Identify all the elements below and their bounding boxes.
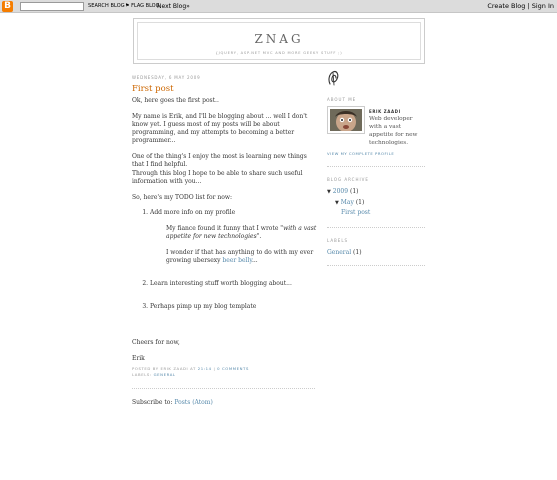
sidebar: About Me Erik Zaadi Web developer with a… (327, 70, 425, 276)
profile-description: Web developer with a vast appetite for n… (369, 116, 418, 146)
post-text: One of the thing's I enjoy the most is l… (132, 153, 307, 169)
sidebar-divider (327, 166, 425, 167)
collapse-toggle-icon[interactable]: ▼ (327, 189, 331, 195)
about-me-heading: About Me (327, 97, 357, 102)
blogger-navbar: B SEARCH BLOG ⚑ FLAG BLOG Next Blog» Cre… (0, 0, 557, 13)
blog-search-input[interactable] (20, 2, 84, 11)
next-blog-link[interactable]: Next Blog» (157, 2, 190, 11)
archive-year-item: ▼ 2009 (1) (327, 187, 425, 198)
blog-description: {jquery, asp.net mvc and more geeky stuf… (215, 51, 343, 55)
archive-month-link[interactable]: May (341, 199, 354, 206)
archive-month-item: ▼ May (1) (335, 198, 425, 209)
divider (132, 388, 315, 390)
comments-link[interactable]: 0 comments (217, 366, 249, 371)
face-photo-icon (330, 109, 362, 131)
main-column: Wednesday, 6 May 2009 First post Ok, her… (132, 74, 317, 407)
labels-label: Labels: (132, 372, 152, 378)
todo-item: Perhaps pimp up my blog template (150, 303, 317, 311)
blog-header-inner: ZNAG {jquery, asp.net mvc and more geeky… (137, 22, 421, 60)
profile-widget: Erik Zaadi Web developer with a vast app… (327, 106, 425, 150)
navbar-account-links: Create Blog | Sign In (487, 2, 554, 10)
avatar[interactable] (327, 106, 365, 134)
label-general-link[interactable]: General (154, 372, 176, 377)
todo-item-label: Add more info on my profile (150, 209, 236, 217)
sidebar-divider (327, 265, 425, 266)
create-blog-link[interactable]: Create Blog (487, 2, 525, 10)
flag-blog-button[interactable]: ⚑ FLAG BLOG (125, 2, 160, 11)
todo-item-notes: My fiance found it funny that I wrote "w… (166, 225, 317, 265)
sign-in-link[interactable]: Sign In (532, 2, 554, 10)
footer-divider: | (213, 366, 216, 372)
note-text: ... (251, 256, 258, 264)
post-paragraph: Ok, here goes the first post.. (132, 97, 219, 104)
note-paragraph: I wonder if that has anything to do with… (166, 249, 317, 265)
note-text: ". (256, 232, 262, 240)
blog-header: ZNAG {jquery, asp.net mvc and more geeky… (133, 18, 425, 64)
blog-title[interactable]: ZNAG (138, 32, 420, 46)
subscribe-label: Subscribe to: (132, 399, 173, 407)
archive-year-count: (1) (349, 188, 359, 195)
archive-month-count: (1) (355, 198, 365, 206)
post-title[interactable]: First post (132, 84, 317, 95)
blog-archive-heading: Blog Archive (327, 177, 369, 182)
collapse-toggle-icon[interactable]: ▼ (335, 200, 339, 206)
todo-item-label: Learn interesting stuff worth blogging a… (150, 279, 292, 287)
post-body: Ok, here goes the first post.. My name i… (132, 97, 317, 363)
post-footer: Posted by Erik Zaadi at 21:14 | 0 commen… (132, 366, 317, 378)
post-signature: Erik (132, 354, 145, 362)
profile-photo (330, 109, 362, 131)
post-text: Through this blog I hope to be able to s… (132, 169, 303, 185)
beer-belly-link[interactable]: beer belly (222, 257, 252, 264)
label-count: (1) (353, 248, 362, 256)
post-paragraph: One of the thing's I enjoy the most is l… (132, 153, 317, 186)
post-closing: Cheers for now, (132, 339, 180, 347)
todo-item-label: Perhaps pimp up my blog template (150, 302, 257, 310)
posted-by-text: Posted by Erik Zaadi at (132, 366, 196, 372)
todo-item: Learn interesting stuff worth blogging a… (150, 280, 317, 303)
blogger-logo-icon[interactable]: B (2, 1, 13, 12)
hand-drawn-logo-icon (328, 71, 339, 86)
labels-heading: Labels (327, 237, 349, 243)
search-blog-button[interactable]: SEARCH BLOG (88, 2, 125, 11)
note-paragraph: My fiance found it funny that I wrote "w… (166, 225, 317, 241)
post-time-link[interactable]: 21:14 (198, 366, 212, 371)
sidebar-divider (327, 226, 425, 228)
todo-list: Add more info on my profile My fiance fo… (132, 209, 317, 311)
label-item: General (1) (327, 248, 425, 258)
posts-atom-link[interactable]: Posts (Atom) (174, 399, 213, 406)
archive-post-item: First post (341, 208, 425, 218)
subscribe-line: Subscribe to: Posts (Atom) (132, 399, 317, 407)
archive-year-link[interactable]: 2009 (333, 188, 348, 195)
note-text: My fiance found it funny that I wrote " (166, 224, 284, 232)
label-general-link[interactable]: General (327, 249, 351, 256)
view-profile-link[interactable]: View my complete profile (327, 150, 425, 158)
post-paragraph: My name is Erik, and I'll be blogging ab… (132, 112, 308, 145)
post-paragraph: So, here's my TODO list for now: (132, 193, 233, 201)
post-labels-line: Labels: General (132, 372, 317, 378)
archive-post-link[interactable]: First post (341, 209, 370, 216)
todo-item: Add more info on my profile My fiance fo… (150, 209, 317, 279)
post-date-header: Wednesday, 6 May 2009 (132, 75, 201, 80)
